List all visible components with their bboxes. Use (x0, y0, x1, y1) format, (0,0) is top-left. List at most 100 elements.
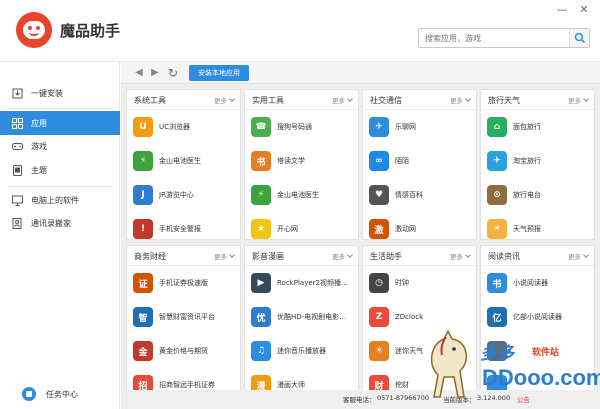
task-center-button[interactable]: 任务中心 (22, 387, 78, 401)
app-list-item[interactable]: ♫ 迷你音乐播放器 (251, 338, 355, 364)
app-list-item[interactable]: 优 优酷HD-电视剧电影动漫 (251, 304, 355, 330)
sidebar-item-games[interactable]: 游戏 (0, 134, 120, 158)
more-link[interactable]: 更多 (214, 95, 234, 105)
app-list-item[interactable]: ✈ 乐聊网 (369, 114, 473, 140)
app-list-item[interactable]: ⚡ 金山电池医生 (251, 182, 355, 208)
app-title: 魔品助手 (60, 22, 121, 40)
hotline-label: 客服电话： (343, 396, 376, 404)
app-list-item[interactable]: ▶ RockPlayer2视频播放器 (251, 270, 355, 296)
task-center-icon (22, 387, 36, 401)
app-list-item[interactable]: ✈ 淘宝旅行 (487, 148, 591, 174)
app-icon-glyph: ⚡ (139, 156, 147, 166)
more-link[interactable]: 更多 (450, 95, 470, 105)
more-link[interactable]: 更多 (214, 251, 234, 261)
sidebar-item-contacts-move[interactable]: 通讯录搬家 (0, 211, 120, 235)
app-list-item[interactable]: ⚡ 金山电池医生 (133, 148, 237, 174)
app-icon: U (133, 117, 153, 137)
install-local-app-button[interactable]: 安装本地应用 (189, 65, 249, 81)
app-list-item[interactable]: 金 黄金价格与期货 (133, 338, 237, 364)
app-name: RockPlayer2视频播放器 (277, 279, 353, 287)
app-list-item[interactable]: ♥ 情感百科 (369, 182, 473, 208)
app-icon: ♥ (369, 185, 389, 205)
app-icon: 优 (251, 307, 271, 327)
category-header: 旅行天气 更多 (481, 90, 594, 110)
app-list-item[interactable]: 智 智慧财富资讯平台 (133, 304, 237, 330)
app-icon: ∞ (369, 151, 389, 171)
sidebar-item-themes[interactable]: 主题 (0, 158, 120, 182)
app-icon: 书 (251, 151, 271, 171)
app-icon: ⚡ (133, 151, 153, 171)
search-input[interactable] (419, 29, 569, 47)
more-link[interactable]: 更多 (568, 95, 588, 105)
close-icon[interactable]: ✕ (578, 4, 590, 16)
app-list-item[interactable]: ∞ 陌陌 (369, 148, 473, 174)
more-link[interactable]: 更多 (568, 251, 588, 261)
app-name: 漫画大师 (277, 381, 305, 389)
app-name: 面包旅行 (513, 123, 541, 131)
app-list-item[interactable]: 激 激动网 (369, 216, 473, 242)
category-card: 社交通信 更多 ✈ 乐聊网 ∞ 陌陌 ♥ 情感百科激 激动网 (362, 89, 477, 240)
app-icon-glyph: ✈ (375, 122, 383, 132)
app-list-item[interactable]: ⊙ 旅行电台 (487, 182, 591, 208)
app-list-item[interactable]: ◷ 时钟 (369, 270, 473, 296)
category-header: 系统工具 更多 (127, 90, 240, 110)
app-name: 迷你音乐播放器 (277, 347, 326, 355)
app-name: 手机证券极速版 (159, 279, 208, 287)
app-list-item[interactable]: ! 手机安全警报 (133, 216, 237, 242)
search-button[interactable] (569, 29, 589, 47)
watermark-url-text: DDooo.com (482, 365, 600, 390)
site-watermark: 多多 软件站 DDooo.com (420, 327, 600, 409)
theme-icon (13, 164, 22, 176)
sidebar-item-one-click-install[interactable]: 一键安装 (0, 81, 120, 105)
app-icon-glyph: J (141, 190, 145, 200)
category-card: 实用工具 更多 ☎ 搜狗号码通书 塔读文学 ⚡ 金山电池医生 ★ 开心网 (244, 89, 359, 240)
more-link[interactable]: 更多 (332, 251, 352, 261)
app-icon-glyph: 智 (138, 313, 148, 324)
app-list-item[interactable]: ⌂ 面包旅行 (487, 114, 591, 140)
app-list-item[interactable]: 证 手机证券极速版 (133, 270, 237, 296)
app-name: 智慧财富资讯平台 (159, 313, 215, 321)
app-icon: 证 (133, 273, 153, 293)
category-header: 阅读资讯 更多 (481, 246, 594, 266)
game-icon (12, 142, 23, 150)
category-title: 商务财经 (134, 252, 166, 261)
category-card: 影音漫画 更多 ▶ RockPlayer2视频播放器优 优酷HD-电视剧电影动漫 ♫ 迷你音… (244, 245, 359, 396)
app-name: 陌陌 (395, 157, 409, 165)
app-list-item[interactable]: 书 小说阅读器 (487, 270, 591, 296)
category-title: 阅读资讯 (488, 252, 520, 261)
app-icon-glyph: 金 (138, 347, 148, 358)
category-header: 社交通信 更多 (363, 90, 476, 110)
app-icon-glyph: ♫ (256, 346, 266, 356)
app-list-item[interactable]: 书 塔读文学 (251, 148, 355, 174)
app-name: 淘宝旅行 (513, 157, 541, 165)
category-card: 系统工具 更多 U UC浏览器 ⚡ 金山电池医生 J JR游览中心 ! 手机安全警报 (126, 89, 241, 240)
app-name: JR游览中心 (159, 191, 194, 199)
apps-grid-icon (12, 117, 23, 129)
app-name: 亿部小说阅读器 (513, 313, 562, 321)
app-name: 优酷HD-电视剧电影动漫 (277, 313, 353, 321)
horse-logo-icon (430, 329, 468, 398)
forward-icon[interactable]: ▶ (149, 67, 161, 79)
back-icon[interactable]: ◀ (133, 67, 145, 79)
minimize-icon[interactable]: — (556, 4, 568, 16)
more-link[interactable]: 更多 (332, 95, 352, 105)
app-icon-glyph: ♥ (374, 190, 384, 200)
app-list-item[interactable]: J JR游览中心 (133, 182, 237, 208)
app-icon: 激 (369, 219, 389, 239)
app-list-item[interactable]: U UC浏览器 (133, 114, 237, 140)
window-controls: — ✕ (556, 4, 590, 16)
category-card: 旅行天气 更多 ⌂ 面包旅行 ✈ 淘宝旅行 ⊙ 旅行电台 ☀ 天气预报 (480, 89, 595, 240)
category-title: 系统工具 (134, 96, 166, 105)
app-list-item[interactable]: ★ 开心网 (251, 216, 355, 242)
category-title: 生活助手 (370, 252, 402, 261)
app-list-item[interactable]: ☀ 天气预报 (487, 216, 591, 242)
app-list-item[interactable]: ☎ 搜狗号码通 (251, 114, 355, 140)
sidebar-item-pc-software[interactable]: 电脑上的软件 (0, 188, 120, 212)
more-link[interactable]: 更多 (450, 251, 470, 261)
sidebar-item-apps[interactable]: 应用 (0, 111, 120, 135)
sidebar-item-label: 电脑上的软件 (31, 195, 79, 205)
app-icon: ⊙ (487, 185, 507, 205)
app-name: 小说阅读器 (513, 279, 548, 287)
app-icon: Z (369, 307, 389, 327)
refresh-icon[interactable]: ↻ (167, 67, 179, 79)
